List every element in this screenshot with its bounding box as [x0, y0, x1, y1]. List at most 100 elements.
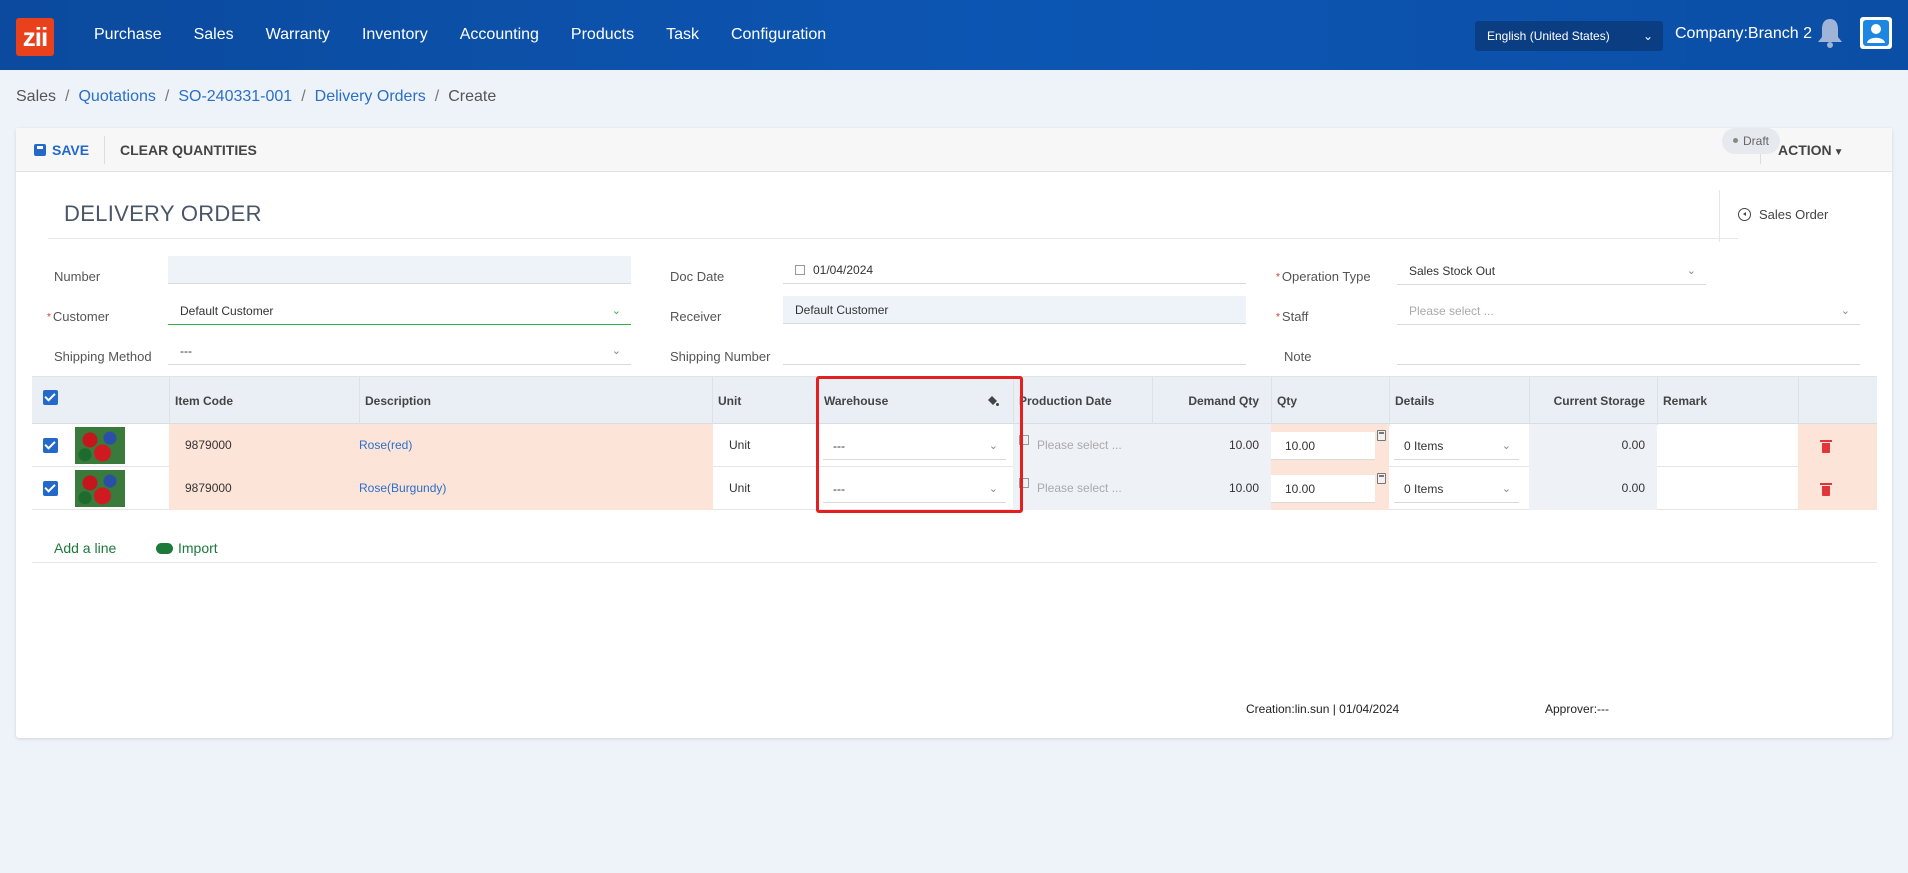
chevron-down-icon: ⌄ — [1686, 265, 1696, 277]
user-avatar-icon[interactable] — [1860, 17, 1892, 49]
row-actions-cell — [1798, 424, 1877, 467]
staff-select[interactable]: Please select ... ⌄ — [1397, 297, 1860, 325]
breadcrumb-separator: / — [434, 88, 440, 105]
breadcrumb-sales-order[interactable]: SO-240331-001 — [178, 88, 292, 106]
save-button[interactable]: SAVE — [34, 128, 89, 172]
breadcrumb-sales: Sales — [16, 88, 57, 105]
clear-quantities-button[interactable]: CLEAR QUANTITIES — [120, 128, 257, 172]
nav-sales[interactable]: Sales — [178, 26, 250, 44]
chevron-down-icon: ⌄ — [1642, 29, 1653, 43]
breadcrumb-separator: / — [164, 88, 170, 105]
remark-cell[interactable] — [1657, 467, 1798, 510]
language-value: English (United States) — [1487, 29, 1610, 43]
bell-icon[interactable] — [1815, 16, 1845, 50]
qty-input[interactable]: 10.00 — [1271, 475, 1375, 503]
nav-task[interactable]: Task — [650, 26, 715, 44]
header-demand-qty[interactable]: Demand Qty — [1152, 377, 1271, 425]
import-label: Import — [178, 540, 218, 556]
floppy-disk-icon — [34, 144, 46, 156]
required-marker: * — [1276, 312, 1280, 323]
title-divider — [48, 238, 1738, 239]
description-link[interactable]: Rose(Burgundy) — [359, 481, 446, 495]
select-all-checkbox[interactable] — [43, 390, 58, 405]
staff-placeholder: Please select ... — [1409, 304, 1494, 318]
customer-select[interactable]: Default Customer ⌄ — [168, 297, 631, 325]
nav-configuration[interactable]: Configuration — [715, 26, 842, 44]
receiver-input[interactable]: Default Customer — [783, 296, 1246, 324]
header-details[interactable]: Details — [1389, 377, 1529, 425]
sales-order-smart-button[interactable]: Sales Order — [1719, 190, 1879, 242]
caret-down-icon: ▼ — [1833, 147, 1844, 158]
shipping-method-label: Shipping Method — [54, 349, 152, 364]
nav-accounting[interactable]: Accounting — [444, 26, 555, 44]
number-label: Number — [54, 269, 101, 284]
details-select[interactable]: 0 Items ⌄ — [1394, 475, 1519, 503]
header-current-storage[interactable]: Current Storage — [1529, 377, 1657, 425]
doc-date-label: Doc Date — [670, 269, 725, 284]
breadcrumb: Sales / Quotations / SO-240331-001 / Del… — [16, 88, 496, 106]
shipping-method-select[interactable]: --- ⌄ — [168, 337, 631, 365]
production-date-cell[interactable]: Please select ... — [1013, 467, 1152, 510]
nav-warranty[interactable]: Warranty — [250, 26, 346, 44]
shipping-number-input[interactable] — [783, 337, 1246, 365]
row-actions-cell — [1798, 467, 1877, 510]
product-thumbnail — [75, 470, 125, 507]
calculator-icon[interactable] — [1377, 430, 1386, 441]
doc-date-value: 01/04/2024 — [813, 263, 874, 277]
operation-type-value: Sales Stock Out — [1409, 264, 1496, 278]
qty-cell[interactable]: 10.00 — [1271, 424, 1389, 467]
main-nav: Purchase Sales Warranty Inventory Accoun… — [78, 0, 842, 70]
header-production-date[interactable]: Production Date — [1013, 377, 1152, 425]
qty-input[interactable]: 10.00 — [1271, 432, 1375, 460]
nav-products[interactable]: Products — [555, 26, 650, 44]
row-checkbox[interactable] — [43, 438, 58, 453]
breadcrumb-separator: / — [301, 88, 306, 105]
nav-purchase[interactable]: Purchase — [78, 26, 178, 44]
header-qty[interactable]: Qty — [1271, 377, 1389, 425]
operation-type-select[interactable]: Sales Stock Out ⌄ — [1397, 257, 1706, 285]
details-cell[interactable]: 0 Items ⌄ — [1389, 467, 1529, 510]
action-dropdown-button[interactable]: ACTION ▼ — [1778, 128, 1844, 172]
current-storage-cell: 0.00 — [1529, 424, 1657, 467]
production-date-placeholder: Please select ... — [1037, 481, 1122, 495]
details-select[interactable]: 0 Items ⌄ — [1394, 432, 1519, 460]
details-cell[interactable]: 0 Items ⌄ — [1389, 424, 1529, 467]
calculator-icon[interactable] — [1377, 473, 1386, 484]
unit-cell[interactable]: Unit — [713, 424, 818, 467]
description-link[interactable]: Rose(red) — [359, 438, 412, 452]
operation-type-label-text: Operation Type — [1281, 269, 1371, 284]
item-code-cell[interactable]: 9879000 — [169, 424, 359, 467]
production-date-cell[interactable]: Please select ... — [1013, 424, 1152, 467]
breadcrumb-quotations[interactable]: Quotations — [78, 88, 155, 106]
add-line-button[interactable]: Add a line — [54, 540, 116, 556]
trash-icon[interactable] — [1820, 439, 1832, 453]
qty-cell[interactable]: 10.00 — [1271, 467, 1389, 510]
description-cell[interactable]: Rose(red) — [359, 424, 713, 467]
description-cell[interactable]: Rose(Burgundy) — [359, 467, 713, 510]
app-logo[interactable]: zii — [16, 18, 54, 56]
form-toolbar: SAVE CLEAR QUANTITIES ACTION ▼ — [16, 128, 1892, 172]
remark-cell[interactable] — [1657, 424, 1798, 467]
nav-inventory[interactable]: Inventory — [346, 26, 444, 44]
note-input[interactable] — [1397, 337, 1860, 365]
staff-label-text: Staff — [1281, 309, 1309, 324]
required-marker: * — [47, 312, 51, 323]
header-remark[interactable]: Remark — [1657, 377, 1798, 425]
sales-order-label: Sales Order — [1759, 207, 1829, 222]
header-unit[interactable]: Unit — [712, 377, 818, 425]
number-input[interactable] — [168, 256, 631, 284]
import-button[interactable]: Import — [156, 540, 218, 556]
item-code-cell[interactable]: 9879000 — [169, 467, 359, 510]
company-label[interactable]: Company:Branch 2 — [1675, 25, 1812, 43]
trash-icon[interactable] — [1820, 482, 1832, 496]
header-description[interactable]: Description — [359, 377, 713, 425]
language-select[interactable]: English (United States) ⌄ — [1475, 21, 1663, 51]
breadcrumb-current: Create — [448, 88, 497, 105]
details-value: 0 Items — [1404, 439, 1444, 453]
header-item-code[interactable]: Item Code — [169, 377, 325, 425]
breadcrumb-delivery-orders[interactable]: Delivery Orders — [315, 88, 426, 106]
doc-date-input[interactable]: 01/04/2024 — [783, 256, 1246, 284]
chevron-down-icon: ⌄ — [611, 305, 621, 317]
unit-cell[interactable]: Unit — [713, 467, 818, 510]
row-checkbox[interactable] — [43, 481, 58, 496]
